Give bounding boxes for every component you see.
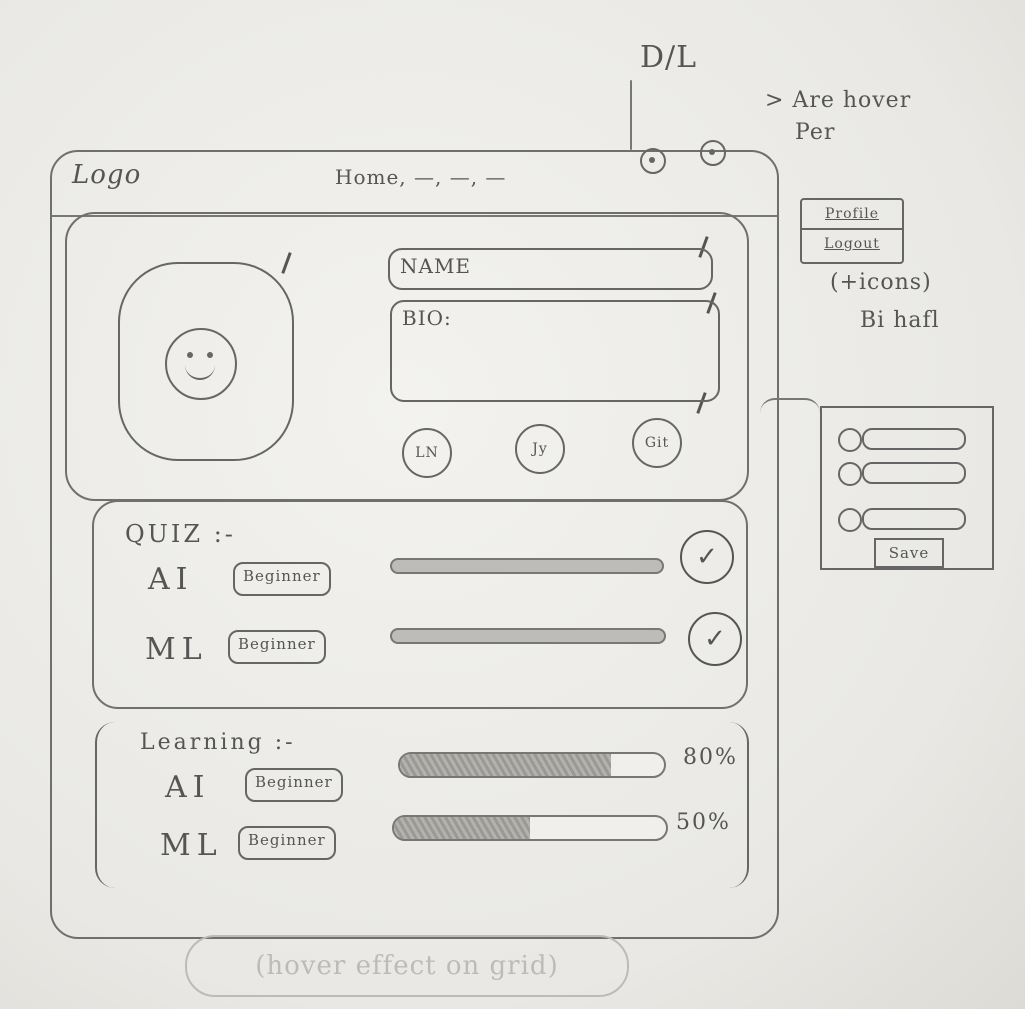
social-url-input[interactable]: [862, 462, 966, 484]
icons-note-line2: Bi hafl: [860, 308, 940, 333]
learning-level-badge: Beginner: [245, 768, 343, 802]
dropdown-item-profile[interactable]: Profile: [802, 200, 902, 228]
dark-light-note: D/L: [640, 40, 698, 75]
learning-progress-fill: [394, 817, 530, 839]
learning-progress-text: 50%: [676, 810, 731, 835]
jy-link[interactable]: Jy: [515, 424, 565, 474]
bio-field[interactable]: BIO:: [390, 300, 720, 402]
quiz-level-badge: Beginner: [233, 562, 331, 596]
social-icon-placeholder: [838, 462, 862, 486]
social-url-input[interactable]: [862, 428, 966, 450]
hover-note-line2: Per: [795, 120, 836, 145]
check-icon[interactable]: ✓: [688, 612, 742, 666]
learning-row-label: AI: [165, 770, 211, 805]
linkedin-link[interactable]: LN: [402, 428, 452, 478]
save-button[interactable]: Save: [874, 538, 944, 568]
learning-progress-bar: [392, 815, 668, 841]
github-link[interactable]: Git: [632, 418, 682, 468]
dropdown-item-logout[interactable]: Logout: [802, 230, 902, 258]
smiley-icon: [165, 328, 237, 400]
quiz-title: QUIZ :-: [125, 520, 236, 548]
dark-light-toggle-icon[interactable]: [640, 148, 666, 174]
icons-note-line1: (+icons): [830, 270, 932, 295]
quiz-progress-bar: [390, 558, 664, 574]
social-edit-arrow: [760, 398, 820, 428]
name-field[interactable]: NAME: [388, 248, 713, 290]
social-icon-placeholder: [838, 508, 862, 532]
hover-note-line1: > Are hover: [765, 88, 912, 113]
quiz-level-badge: Beginner: [228, 630, 326, 664]
quiz-progress-bar: [390, 628, 666, 644]
learning-progress-text: 80%: [683, 745, 738, 770]
social-icon-placeholder: [838, 428, 862, 452]
quiz-row-label: AI: [148, 562, 194, 597]
learning-title: Learning :-: [140, 730, 296, 755]
quiz-row-label: ML: [145, 632, 208, 667]
learning-progress-bar: [398, 752, 666, 778]
profile-dropdown: Profile Logout: [800, 198, 904, 264]
learning-level-badge: Beginner: [238, 826, 336, 860]
learning-row-label: ML: [160, 828, 223, 863]
nav-links[interactable]: Home, —, —, —: [335, 165, 506, 189]
hover-grid-note: (hover effect on grid): [185, 935, 629, 997]
social-url-input[interactable]: [862, 508, 966, 530]
learning-progress-fill: [400, 754, 612, 776]
social-edit-panel: Save: [820, 406, 994, 570]
dark-light-arrow: [630, 80, 632, 150]
check-icon[interactable]: ✓: [680, 530, 734, 584]
profile-menu-icon[interactable]: [700, 140, 726, 166]
logo[interactable]: Logo: [72, 160, 141, 190]
